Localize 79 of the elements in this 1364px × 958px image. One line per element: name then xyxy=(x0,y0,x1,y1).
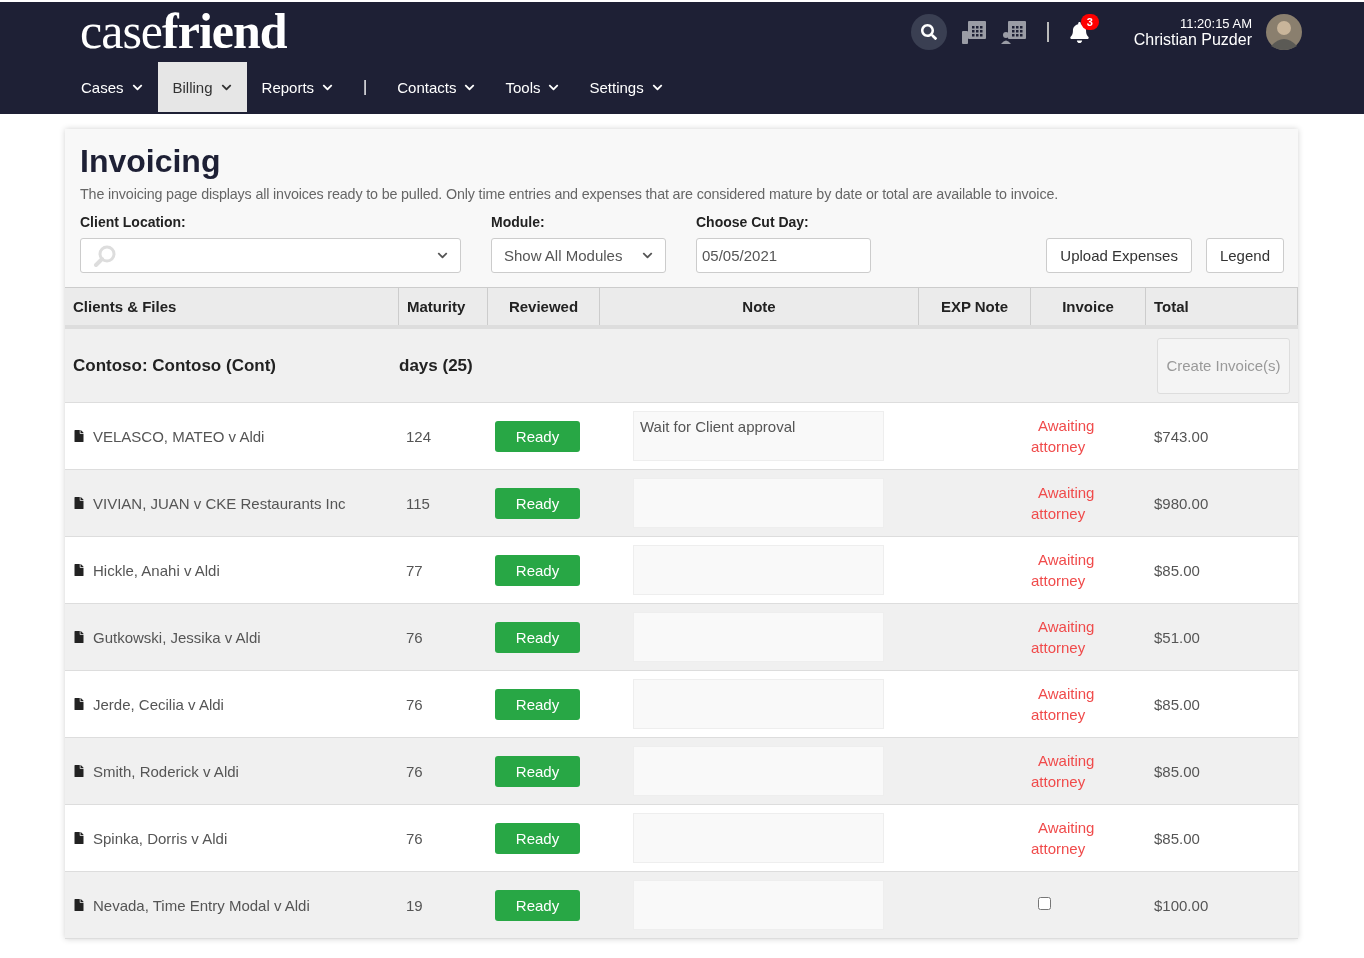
maturity-cell-text: 76 xyxy=(405,695,424,713)
chevron-icon xyxy=(437,250,448,261)
file-icon xyxy=(73,564,85,576)
calendar-button[interactable] xyxy=(1000,20,1027,44)
client-name: Contoso: Contoso (Cont) xyxy=(73,355,277,376)
file-icon xyxy=(73,899,85,911)
file-icon xyxy=(73,430,85,442)
total-cell-text: $100.00 xyxy=(1153,896,1210,914)
client-location-select[interactable] xyxy=(80,238,461,273)
column-header: Clients & Files xyxy=(65,288,399,325)
search-button[interactable] xyxy=(910,14,947,50)
invoice-status: Awaiting attorney xyxy=(1031,685,1095,723)
file-icon xyxy=(73,832,85,844)
file-link[interactable]: Gutkowski, Jessika v Aldi xyxy=(93,628,261,646)
maturity-cell-text: 76 xyxy=(405,762,424,780)
total-cell-text: $51.00 xyxy=(1153,628,1201,646)
invoice-status: Awaiting attorney xyxy=(1031,484,1095,522)
file-link[interactable]: Jerde, Cecilia v Aldi xyxy=(93,695,224,713)
calendar-person-icon xyxy=(1000,20,1027,44)
nav-separator: | xyxy=(362,77,369,97)
column-header: Reviewed xyxy=(488,288,600,325)
total-cell-text: $85.00 xyxy=(1153,695,1201,713)
file-link[interactable]: Nevada, Time Entry Modal v Aldi xyxy=(93,896,310,914)
module-select[interactable]: Show All Modules xyxy=(491,238,666,273)
file-icon xyxy=(73,698,85,710)
date-field[interactable]: 05/05/2021 xyxy=(696,238,871,273)
search-icon xyxy=(93,244,117,267)
total-cell-text: $85.00 xyxy=(1153,829,1201,847)
logo[interactable]: casefriend xyxy=(80,6,287,56)
total-cell-text: $980.00 xyxy=(1153,494,1210,512)
notification-count: 3 xyxy=(1080,13,1099,30)
invoice-status: Awaiting attorney xyxy=(1031,752,1095,790)
page-title: Invoicing xyxy=(80,143,222,180)
nav-menu[interactable]: Tools xyxy=(490,62,575,112)
invoice-status: Awaiting attorney xyxy=(1031,551,1095,589)
group-maturity: days (25) xyxy=(399,355,473,376)
clock-time: 11:20:15 AM xyxy=(1179,15,1252,31)
file-icon xyxy=(73,765,85,777)
file-icon xyxy=(73,497,85,509)
column-header: EXP Note xyxy=(919,288,1031,325)
nav-menu[interactable]: Reports xyxy=(246,62,349,112)
maturity-cell-text: 77 xyxy=(405,561,424,579)
maturity-cell-text: 115 xyxy=(405,494,431,512)
note-field[interactable]: Wait for Client approval xyxy=(633,411,884,461)
maturity-cell-text: 124 xyxy=(405,427,433,445)
field-label: Choose Cut Day: xyxy=(696,214,810,230)
maturity-cell-text: 19 xyxy=(405,896,424,914)
maturity-cell-text: 76 xyxy=(405,829,424,847)
column-header: Invoice xyxy=(1031,288,1146,325)
user-name[interactable]: Christian Puzder xyxy=(1133,30,1252,49)
field-label: Module: xyxy=(491,214,546,230)
nav-menu[interactable]: Settings xyxy=(574,62,678,112)
file-link[interactable]: VELASCO, MATEO v Aldi xyxy=(93,427,265,445)
avatar[interactable] xyxy=(1266,14,1302,50)
chevron-icon xyxy=(642,250,653,261)
nav-menu[interactable]: Cases xyxy=(66,62,158,112)
page-description: The invoicing page displays all invoices ready to be pulled. Only time entries and expenses that are considered mature by date or total are available to invoice. xyxy=(80,186,1059,202)
search-icon xyxy=(920,24,937,40)
invoice-status: Awaiting attorney xyxy=(1031,618,1095,656)
toolbar-button[interactable]: Upload Expenses xyxy=(1046,238,1192,273)
file-link[interactable]: Hickle, Anahi v Aldi xyxy=(93,561,220,579)
maturity-cell-text: 76 xyxy=(405,628,424,646)
file-link[interactable]: Spinka, Dorris v Aldi xyxy=(93,829,228,847)
invoice-status: Awaiting attorney xyxy=(1031,819,1095,857)
file-link[interactable]: VIVIAN, JUAN v CKE Restaurants Inc xyxy=(93,494,346,512)
nav-menu[interactable]: Billing xyxy=(157,62,247,112)
invoice-status: Awaiting attorney xyxy=(1031,417,1095,455)
field-label: Client Location: xyxy=(80,214,187,230)
total-cell-text: $85.00 xyxy=(1153,762,1201,780)
column-header: Total xyxy=(1146,288,1298,325)
toolbar-button[interactable]: Legend xyxy=(1205,238,1284,273)
column-header: Maturity xyxy=(399,288,488,325)
file-icon xyxy=(73,631,85,643)
nav-menu[interactable]: Contacts xyxy=(382,62,491,112)
column-header: Note xyxy=(600,288,919,325)
file-link[interactable]: Smith, Roderick v Aldi xyxy=(93,762,239,780)
invoice-checkbox[interactable] xyxy=(1038,897,1051,910)
total-cell-text: $743.00 xyxy=(1153,427,1210,445)
total-cell-text: $85.00 xyxy=(1153,561,1201,579)
